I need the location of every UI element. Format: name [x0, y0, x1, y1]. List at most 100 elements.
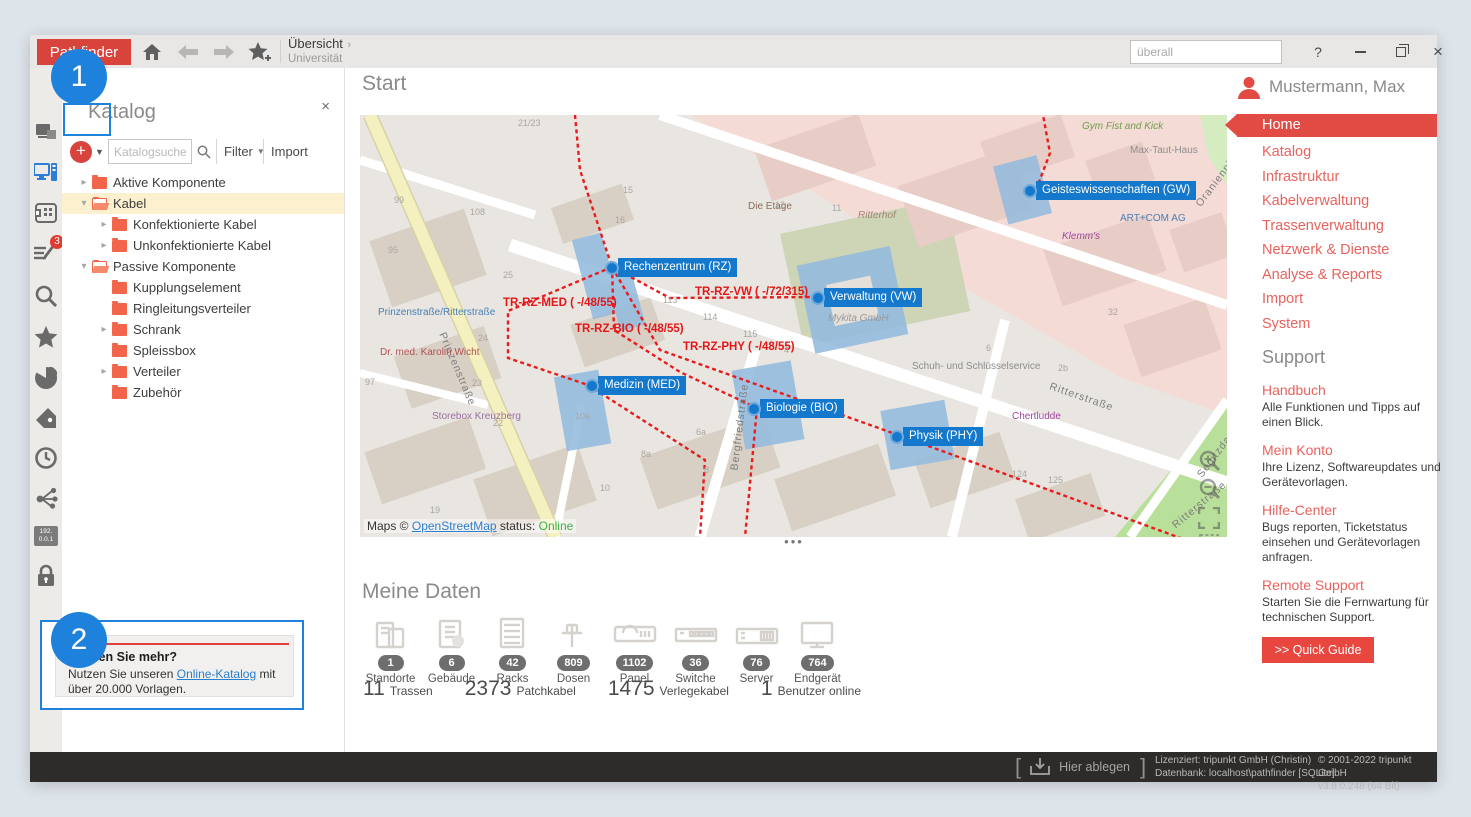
stat-count-badge: 1	[378, 655, 404, 671]
map-house-number: 22	[493, 418, 503, 428]
restore-button[interactable]	[1389, 40, 1413, 64]
tree-item-unkonfektionierte-kabel[interactable]: ▸Unkonfektionierte Kabel	[62, 235, 344, 256]
forward-icon[interactable]	[212, 40, 236, 64]
annotation-step-1: 1	[51, 49, 107, 105]
tree-expander-icon[interactable]: ▸	[96, 240, 112, 251]
tree-item-passive-komponente[interactable]: ▾Passive Komponente	[62, 256, 344, 277]
stat-count-badge: 1102	[616, 655, 654, 671]
map-fullscreen-icon[interactable]	[1198, 507, 1222, 531]
quick-guide-button[interactable]: >> Quick Guide	[1262, 637, 1374, 663]
close-button[interactable]: ×	[1426, 40, 1450, 64]
splitter-handle-icon[interactable]: •••	[782, 538, 806, 546]
history-icon[interactable]	[34, 446, 58, 470]
labels-icon[interactable]	[34, 406, 58, 430]
back-icon[interactable]	[176, 40, 200, 64]
infrastructure-icon[interactable]	[34, 201, 58, 225]
favorites-icon[interactable]	[34, 325, 58, 349]
breadcrumb[interactable]: Übersicht › Universität	[288, 37, 351, 66]
map-canvas[interactable]: Rechenzentrum (RZ) Verwaltung (VW) Geistes…	[360, 115, 1227, 537]
tree-expander-icon[interactable]: ▾	[76, 198, 92, 209]
nav-item-trassenverwaltung[interactable]: Trassenverwaltung	[1237, 214, 1437, 239]
topology-icon[interactable]	[34, 486, 58, 510]
map-building-label-verwaltung-vw[interactable]: Verwaltung (VW)	[824, 288, 922, 307]
support-link-hilfe-center[interactable]: Hilfe-Center	[1262, 502, 1447, 518]
map-building-label-geisteswissenschaften-gw[interactable]: Geisteswissenschaften (GW)	[1036, 181, 1196, 200]
tree-item-ringleitungsverteiler[interactable]: Ringleitungsverteiler	[62, 298, 344, 319]
map-building-label-medizin-med[interactable]: Medizin (MED)	[598, 376, 686, 395]
chevron-down-icon[interactable]: ▼	[95, 147, 104, 157]
tree-item-aktive-komponente[interactable]: ▸Aktive Komponente	[62, 172, 344, 193]
map-select-area-icon[interactable]: A	[1198, 533, 1220, 537]
bracket-right: ]	[1140, 754, 1146, 780]
tree-expander-icon[interactable]: ▸	[76, 177, 92, 188]
map-poi-label: Mykita GmbH	[828, 313, 889, 324]
breadcrumb-caret-icon: ›	[347, 39, 351, 51]
tree-item-label: Schrank	[133, 322, 181, 337]
breadcrumb-primary[interactable]: Übersicht	[288, 36, 343, 51]
home-icon[interactable]	[140, 40, 164, 64]
nav-item-katalog[interactable]: Katalog	[1237, 140, 1437, 165]
database-line: Datenbank: localhost\pathfinder [SQLite]	[1155, 767, 1335, 780]
start-screen-icon[interactable]	[34, 120, 58, 144]
tree-item-kabel[interactable]: ▾Kabel	[62, 193, 344, 214]
total-value: 2373	[465, 677, 512, 701]
map-zoom-out-icon[interactable]	[1198, 477, 1222, 501]
add-template-button[interactable]: + ▼	[70, 139, 106, 165]
map-building-label-physik-phy[interactable]: Physik (PHY)	[903, 427, 983, 446]
page-title: Start	[362, 72, 406, 96]
map-building-label-biologie-bio[interactable]: Biologie (BIO)	[760, 399, 844, 418]
catalog-icon[interactable]	[34, 161, 58, 185]
nav-item-infrastruktur[interactable]: Infrastruktur	[1237, 165, 1437, 190]
plus-icon[interactable]: +	[70, 141, 92, 163]
nav-item-home[interactable]: Home	[1237, 114, 1437, 137]
tree-item-kupplungselement[interactable]: Kupplungselement	[62, 277, 344, 298]
tree-item-spleissbox[interactable]: Spleissbox	[62, 340, 344, 361]
map-building-label-rechenzentrum-rz[interactable]: Rechenzentrum (RZ)	[618, 258, 737, 277]
search-sidebar-icon[interactable]	[34, 284, 58, 308]
support-description: Bugs reporten, Ticketstatus einsehen und…	[1262, 520, 1447, 565]
tree-expander-icon[interactable]: ▾	[76, 261, 92, 272]
breadcrumb-secondary[interactable]: Universität	[288, 52, 351, 66]
tree-item-zubeh-r[interactable]: Zubehör	[62, 382, 344, 403]
import-button[interactable]: Import	[271, 139, 308, 164]
support-link-remote-support[interactable]: Remote Support	[1262, 577, 1447, 593]
tree-expander-icon[interactable]: ▸	[96, 324, 112, 335]
map-house-number: 21/23	[518, 118, 541, 128]
catalog-search-field[interactable]	[108, 139, 192, 164]
tree-item-schrank[interactable]: ▸ Schrank	[62, 319, 344, 340]
stat-item-geb-ude: 6Gebäude	[421, 613, 482, 685]
tree-expander-icon[interactable]: ▸	[96, 219, 112, 230]
global-search-input[interactable]	[1131, 45, 1298, 59]
minimize-button[interactable]	[1348, 40, 1372, 64]
filter-button[interactable]: Filter ▼	[224, 139, 265, 164]
nav-item-import[interactable]: Import	[1237, 287, 1437, 312]
support-link-handbuch[interactable]: Handbuch	[1262, 382, 1447, 398]
map-poi-label: Schuh- und Schlüsselservice	[912, 361, 1040, 372]
nav-item-analyse-reports[interactable]: Analyse & Reports	[1237, 263, 1437, 288]
annotation-box-add-button	[63, 103, 111, 136]
lock-icon[interactable]	[34, 564, 58, 588]
catalog-search-input[interactable]	[109, 140, 191, 163]
nav-item-netzwerk-dienste[interactable]: Netzwerk & Dienste	[1237, 238, 1437, 263]
tree-expander-icon[interactable]: ▸	[96, 366, 112, 377]
reports-icon[interactable]	[34, 366, 58, 390]
drop-zone[interactable]: [ Hier ablegen ]	[1015, 752, 1146, 782]
tree-item-verteiler[interactable]: ▸Verteiler	[62, 361, 344, 382]
nav-item-kabelverwaltung[interactable]: Kabelverwaltung	[1237, 189, 1437, 214]
map-zoom-in-icon[interactable]	[1198, 449, 1222, 473]
openstreetmap-link[interactable]: OpenStreetMap	[412, 519, 497, 533]
online-katalog-link[interactable]: Online-Katalog	[177, 667, 256, 681]
help-button[interactable]: ?	[1306, 40, 1330, 64]
ip-addresses-icon[interactable]: 192.0.0.1	[34, 526, 58, 546]
support-link-mein-konto[interactable]: Mein Konto	[1262, 442, 1447, 458]
total-label: Trassen	[390, 684, 433, 698]
favorite-add-icon[interactable]	[248, 40, 272, 64]
catalog-close-icon[interactable]: ×	[321, 98, 330, 115]
map-poi-label: Ritterhof	[858, 210, 896, 221]
user-row[interactable]: Mustermann, Max	[1237, 75, 1405, 99]
catalog-search-button[interactable]	[197, 139, 211, 164]
tasks-icon[interactable]: 3	[34, 241, 58, 265]
global-search[interactable]	[1130, 40, 1282, 64]
tree-item-konfektionierte-kabel[interactable]: ▸Konfektionierte Kabel	[62, 214, 344, 235]
nav-item-system[interactable]: System	[1237, 312, 1437, 337]
